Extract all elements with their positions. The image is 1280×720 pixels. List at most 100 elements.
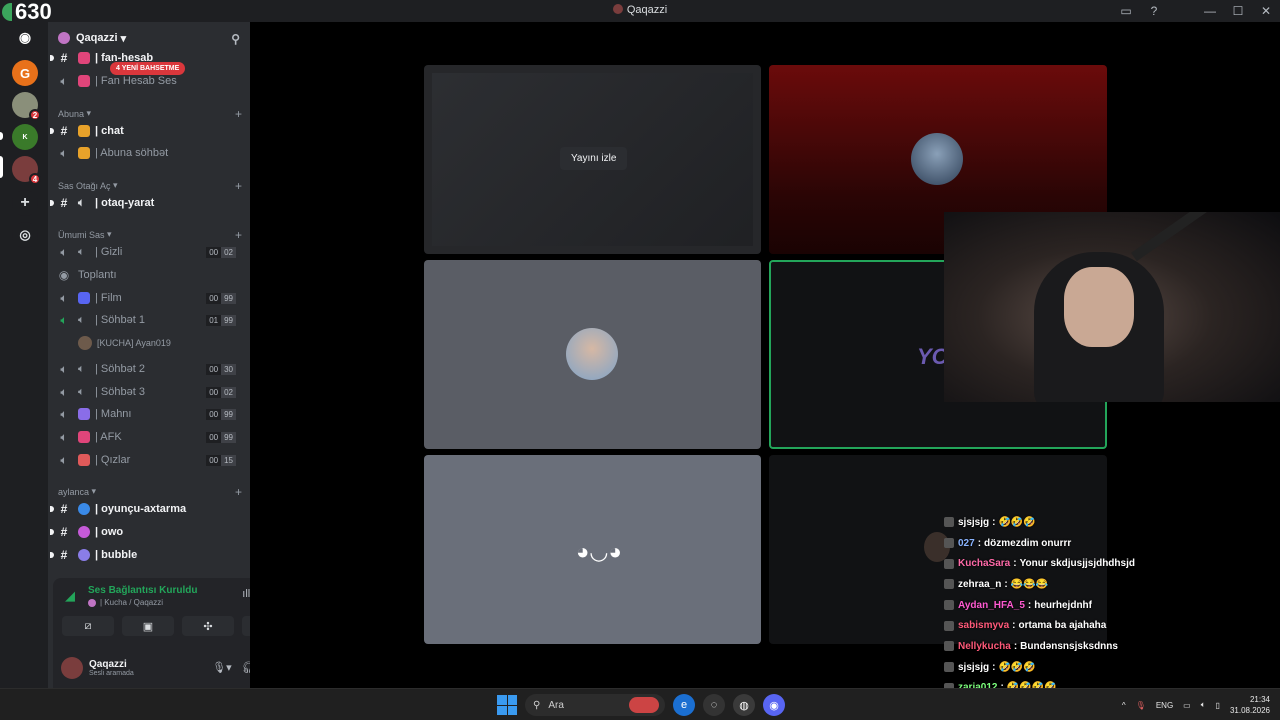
chat-message: sjsjsjg: 🤣🤣🤣 [944, 512, 1144, 533]
channel-oyuncu-axtarma[interactable]: # | oyunçu-axtarma [50, 499, 242, 519]
chat-username: KuchaSara [958, 558, 1011, 570]
channel-label: | Söhbət 3 [95, 386, 145, 398]
username: Qaqazzi [89, 659, 127, 670]
channel-bubble[interactable]: # | bubble [50, 545, 242, 565]
discord-home-icon[interactable]: ◉ [12, 24, 38, 50]
add-server-icon[interactable]: + [12, 190, 38, 216]
chat-username: Nellykucha [958, 640, 1011, 652]
chat-text: Yonur skdjusjjsjdhdhsjd [1019, 558, 1135, 570]
voice-location[interactable]: | Kucha / Qaqazzi [88, 598, 163, 607]
chrome-icon[interactable]: ◍ [733, 694, 755, 716]
signal-icon: ◢ [65, 588, 75, 603]
search-icon: ⚲ [533, 699, 541, 711]
speaker-icon: 🔈︎ [60, 361, 68, 376]
title-bar: Qaqazzi ▭ ? — ☐ ✕ [0, 0, 1280, 22]
inbox-icon[interactable]: ▭ [1112, 4, 1140, 18]
channel-sohbet-3[interactable]: 🔈︎ 🔈︎ | Söhbət 3 00 02 [56, 382, 242, 402]
channel-otaq-yarat[interactable]: # 🔈︎ | otaq-yarat [50, 193, 242, 213]
server-name: Qaqazzi [76, 32, 118, 44]
add-member-icon[interactable]: ⚲ [231, 32, 240, 46]
microphone-icon[interactable]: 🎙︎▾ [212, 661, 232, 674]
add-channel-icon[interactable]: + [235, 179, 242, 193]
app-icon[interactable]: ◌ [703, 694, 725, 716]
chat-message: Aydan_HFA_5: heurhejdnhf [944, 595, 1144, 616]
channel-label: | oyunçu-axtarma [95, 503, 187, 515]
server-qaqazzi-icon[interactable]: 4 [12, 156, 41, 185]
selected-pip [0, 156, 3, 178]
discord-logo-icon: ◕◡◕ [576, 539, 622, 564]
chat-badge-icon [944, 620, 954, 631]
network-icon[interactable]: ▭ [1183, 701, 1191, 710]
streamer-face [1064, 267, 1134, 347]
battery-icon[interactable]: ▯ [1216, 701, 1220, 710]
windows-start-icon[interactable] [497, 695, 517, 715]
speaker-emoji-icon: 🔈︎ [78, 246, 85, 258]
category-umumi-sas[interactable]: Ümumi Sas ▾ + [58, 228, 242, 242]
channel-toplanti[interactable]: ◉ Toplantı [56, 265, 242, 285]
add-channel-icon[interactable]: + [235, 228, 242, 242]
add-channel-icon[interactable]: + [235, 485, 242, 499]
headphones-icon[interactable]: 🎧︎▾ [242, 661, 250, 674]
channel-film[interactable]: 🔈︎ | Film 00 99 [56, 288, 242, 308]
close-button[interactable]: ✕ [1252, 4, 1280, 18]
language-indicator[interactable]: ENG [1156, 701, 1173, 710]
add-channel-icon[interactable]: + [235, 107, 242, 121]
user-limit: 00 99 [206, 408, 236, 420]
speaker-icon: 🔈︎ [60, 406, 68, 421]
channel-abuna-sohbet[interactable]: 🔈︎ | Abuna söhbət [56, 143, 242, 163]
noise-suppression-icon[interactable]: ıllı [242, 588, 250, 601]
stream-tile[interactable]: Yayını izle [424, 65, 761, 254]
chat-text: 🤣🤣🤣 [998, 661, 1036, 673]
channel-gizli[interactable]: 🔈︎ 🔈︎ | Gizli 00 02 [56, 242, 242, 262]
participant-tile[interactable]: ◕◡◕ [424, 455, 761, 644]
user-panel: Qaqazzi Sesli aramada 🎙︎▾ 🎧︎▾ ⚙ [61, 652, 250, 684]
category-aylanca[interactable]: aylanca ▾ + [58, 485, 242, 499]
chat-badge-icon [944, 662, 954, 673]
chat-message: Nellykucha: Bundənsnsjsksdnns [944, 636, 1144, 657]
soundboard-button[interactable]: ♪ [242, 616, 250, 636]
mention-pill[interactable]: 4 YENİ BAHSETME [110, 62, 186, 75]
mic-tray-icon[interactable]: 🎙︎ [1136, 701, 1146, 710]
category-abuna[interactable]: Abuna ▾ + [58, 107, 242, 121]
voice-member[interactable]: [KUCHA] Ayan019 [78, 334, 242, 352]
chat-text: 🤣🤣🤣 [998, 516, 1036, 528]
clock[interactable]: 21:34 31.08.2026 [1230, 694, 1270, 716]
category-sas-otagi[interactable]: Sas Otağı Aç ▾ + [58, 179, 242, 193]
participant-avatar [911, 133, 963, 185]
edge-icon[interactable]: e [673, 694, 695, 716]
server-emblem-icon [58, 32, 70, 44]
maximize-button[interactable]: ☐ [1224, 4, 1252, 18]
server-g-icon[interactable]: G [12, 60, 38, 86]
chat-username: Aydan_HFA_5 [958, 599, 1025, 611]
channel-owo[interactable]: # | owo [50, 522, 242, 542]
channel-mahni[interactable]: 🔈︎ | Mahnı 00 99 [56, 404, 242, 424]
channel-sohbet-2[interactable]: 🔈︎ 🔈︎ | Söhbət 2 00 30 [56, 359, 242, 379]
channel-sohbet-1[interactable]: 🔈︎ 🔈︎ | Söhbət 1 01 99 [56, 310, 242, 330]
music-emoji-icon [78, 408, 90, 420]
chat-text: 😂😂😂 [1010, 578, 1049, 590]
watch-stream-button[interactable]: Yayını izle [560, 147, 628, 170]
discord-taskbar-icon[interactable]: ◉ [763, 694, 785, 716]
channel-afk[interactable]: 🔈︎ | AFK 00 99 [56, 427, 242, 447]
avatar[interactable] [61, 657, 83, 679]
camera-off-button[interactable]: ⧄ [62, 616, 114, 636]
participant-tile[interactable] [424, 260, 761, 449]
channel-chat[interactable]: # | chat [50, 121, 242, 141]
help-icon[interactable]: ? [1140, 4, 1168, 18]
speaker-emoji-icon: 🔈︎ [78, 363, 85, 375]
chat-badge-icon [944, 600, 954, 611]
volume-icon[interactable]: 🔈︎ [1201, 700, 1206, 710]
webcam-overlay [944, 212, 1280, 402]
unread-pip [0, 132, 3, 140]
user-info[interactable]: Qaqazzi Sesli aramada [89, 659, 134, 677]
minimize-button[interactable]: — [1196, 4, 1224, 18]
server-kucha-icon[interactable]: K [12, 124, 38, 150]
connection-status[interactable]: Ses Bağlantısı Kuruldu [88, 585, 197, 596]
taskbar-search[interactable]: ⚲ Ara [525, 694, 665, 716]
screen-share-button[interactable]: ▣ [122, 616, 174, 636]
server-icon-2[interactable]: 2 [12, 92, 41, 121]
discover-icon[interactable]: ◎ [12, 222, 38, 248]
tray-overflow-icon[interactable]: ^ [1122, 701, 1126, 710]
channel-qizlar[interactable]: 🔈︎ | Qızlar 00 15 [56, 450, 242, 470]
activities-button[interactable]: ✣ [182, 616, 234, 636]
